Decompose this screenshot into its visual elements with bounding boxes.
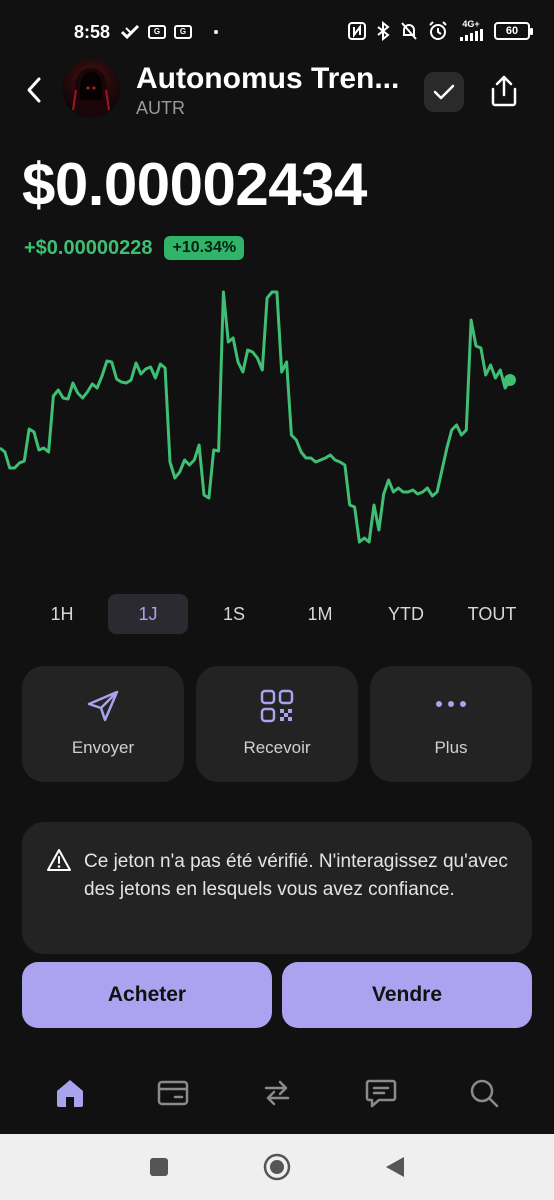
warning-triangle-icon	[47, 849, 71, 871]
signal-icon	[460, 29, 483, 41]
back-button[interactable]	[18, 72, 50, 108]
range-tab-tout[interactable]: TOUT	[452, 594, 532, 634]
gmail-icon-2: G	[174, 25, 192, 39]
hooded-figure-icon	[72, 68, 110, 118]
send-icon	[87, 690, 119, 722]
network-indicator: 4G+	[458, 20, 484, 41]
screen: 8:58 G G 4G+ 60 Autonomus Tren... AUTR $…	[0, 0, 554, 1200]
range-tab-1m[interactable]: 1M	[280, 594, 360, 634]
price-change-absolute: +$0.00000228	[24, 236, 153, 259]
network-type: 4G+	[462, 19, 480, 29]
more-icon-wrap	[370, 698, 532, 710]
more-label: Plus	[434, 738, 468, 757]
token-price: $0.00002434	[22, 151, 367, 218]
price-change-row: +$0.00000228 +10.34%	[24, 236, 245, 260]
recents-button[interactable]	[139, 1147, 179, 1187]
search-icon	[470, 1079, 499, 1108]
nav-messages[interactable]	[351, 1063, 411, 1123]
triangle-back-icon	[386, 1157, 404, 1177]
receive-icon-wrap	[196, 688, 358, 724]
gmail-icon: G	[148, 25, 166, 39]
action-cards: Envoyer Recevoir Plus	[22, 666, 532, 784]
verify-button[interactable]	[424, 72, 464, 112]
notification-dot-icon	[214, 30, 218, 34]
token-header: Autonomus Tren... AUTR	[0, 58, 554, 122]
square-icon	[150, 1158, 168, 1176]
range-tab-1j[interactable]: 1J	[108, 594, 188, 634]
price-chart[interactable]	[0, 280, 554, 560]
check-icon	[433, 84, 455, 100]
chevron-left-icon	[27, 77, 41, 103]
price-line	[0, 290, 512, 544]
nfc-icon	[348, 21, 366, 40]
home-icon	[56, 1080, 83, 1107]
bluetooth-icon	[377, 20, 390, 41]
nav-swap[interactable]	[247, 1063, 307, 1123]
time-range-selector: 1H 1J 1S 1M YTD TOUT	[22, 594, 532, 634]
status-left-icons: G G	[120, 24, 218, 40]
send-icon-wrap	[22, 688, 184, 724]
receive-button[interactable]: Recevoir	[196, 666, 358, 782]
share-button[interactable]	[484, 70, 524, 112]
range-tab-1h[interactable]: 1H	[22, 594, 102, 634]
qr-code-icon	[260, 689, 294, 723]
unverified-token-warning: Ce jeton n'a pas été vérifié. N'interagi…	[22, 822, 532, 954]
send-label: Envoyer	[71, 738, 135, 757]
mute-bell-icon	[401, 21, 417, 40]
warning-text: Ce jeton n'a pas été vérifié. N'interagi…	[84, 851, 508, 900]
nav-search[interactable]	[454, 1063, 514, 1123]
receive-label: Recevoir	[243, 738, 311, 757]
battery-icon: 60	[494, 21, 533, 40]
sell-button[interactable]: Vendre	[282, 962, 532, 1028]
send-button[interactable]: Envoyer	[22, 666, 184, 782]
range-tab-1s[interactable]: 1S	[194, 594, 274, 634]
more-button[interactable]: Plus	[370, 666, 532, 782]
chat-icon	[365, 1079, 396, 1108]
status-time: 8:58	[74, 22, 111, 42]
more-dots-icon	[436, 701, 466, 707]
warning-icon-wrap	[46, 848, 72, 877]
alarm-icon	[429, 20, 447, 40]
swap-arrows-icon	[264, 1080, 290, 1106]
range-tab-ytd[interactable]: YTD	[366, 594, 446, 634]
share-icon	[491, 75, 517, 107]
status-bar: 8:58 G G 4G+ 60	[0, 0, 554, 64]
buy-button[interactable]: Acheter	[22, 962, 272, 1028]
nav-home[interactable]	[40, 1063, 100, 1123]
status-right: 4G+ 60	[348, 20, 533, 41]
current-price-dot	[504, 374, 516, 386]
home-system-button[interactable]	[257, 1147, 297, 1187]
circle-home-icon	[263, 1153, 291, 1181]
token-avatar	[62, 60, 120, 118]
token-name: Autonomus Tren...	[136, 62, 400, 95]
wallet-icon	[158, 1080, 189, 1106]
android-system-nav	[0, 1134, 554, 1200]
vpn-icon	[120, 24, 140, 40]
price-change-percent-badge: +10.34%	[164, 236, 245, 260]
bottom-nav	[0, 1060, 554, 1126]
nav-wallet[interactable]	[143, 1063, 203, 1123]
token-symbol: AUTR	[136, 98, 185, 118]
back-system-button[interactable]	[375, 1147, 415, 1187]
